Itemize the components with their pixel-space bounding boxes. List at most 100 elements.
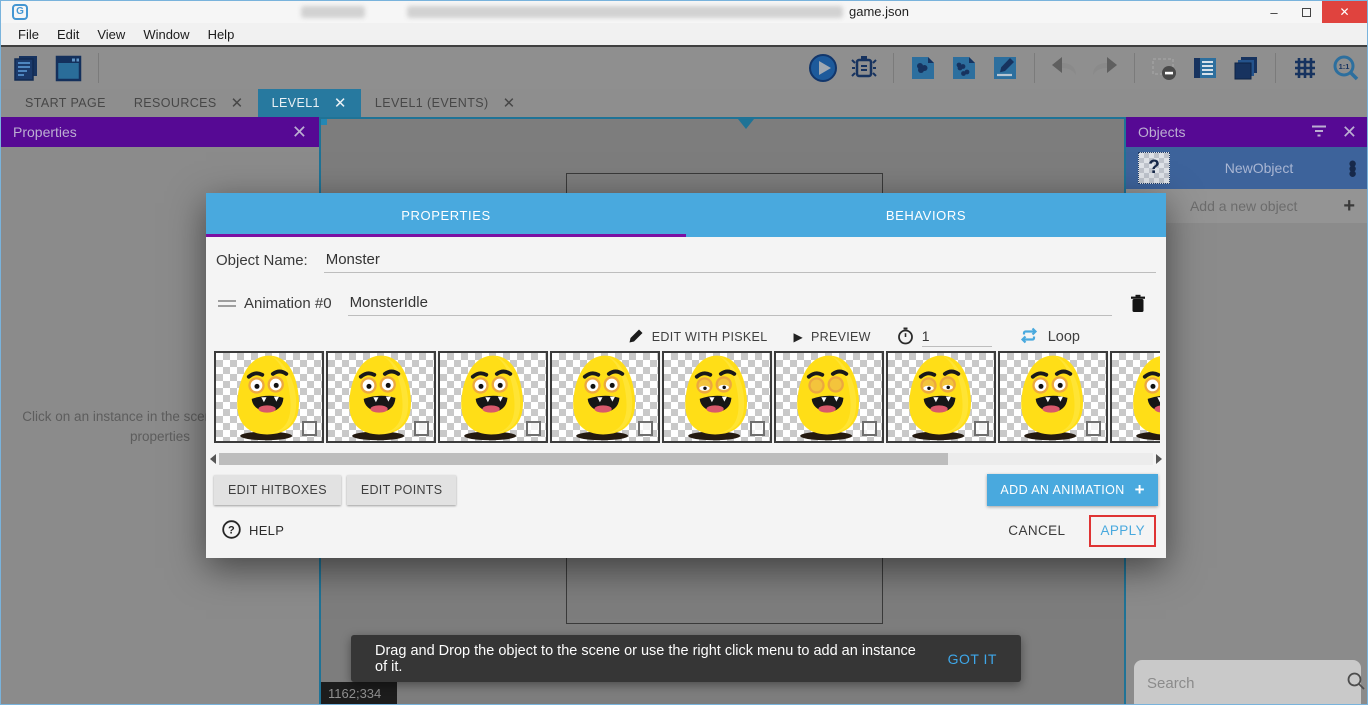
kebab-menu-icon[interactable]: ●●● [1348, 161, 1357, 176]
undo-icon[interactable] [1049, 53, 1079, 83]
loop-icon [1018, 326, 1040, 348]
edit-with-piskel-button[interactable]: EDIT WITH PISKEL [628, 328, 768, 347]
frame-checkbox[interactable] [974, 421, 989, 436]
start-page-icon[interactable] [53, 53, 83, 83]
loop-toggle[interactable]: Loop [1018, 326, 1080, 348]
tab-close-icon[interactable]: ✕ [503, 96, 516, 111]
play-icon[interactable] [808, 53, 838, 83]
animation-frame-0[interactable] [214, 351, 324, 443]
scroll-left-icon[interactable] [210, 454, 216, 464]
application-window: G game.json – ✕ FileEditViewWindowHelp 1… [0, 0, 1368, 705]
frame-checkbox[interactable] [862, 421, 877, 436]
snackbar: Drag and Drop the object to the scene or… [351, 635, 1021, 682]
zoom-1-1-icon[interactable]: 1:1 [1331, 53, 1361, 83]
tab-level1[interactable]: LEVEL1✕ [258, 89, 361, 117]
animation-frame-4[interactable] [662, 351, 772, 443]
edit-hitboxes-button[interactable]: EDIT HITBOXES [214, 475, 341, 505]
tab-resources[interactable]: RESOURCES ✕ [120, 89, 258, 117]
stopwatch-icon [897, 327, 914, 348]
preview-button[interactable]: ▶ PREVIEW [793, 330, 870, 344]
toolbar-separator [893, 53, 894, 83]
object-groups-icon[interactable] [949, 53, 979, 83]
editor-tab-bar: START PAGERESOURCES✕LEVEL1✕LEVEL1 (EVENT… [1, 89, 1367, 117]
snackbar-message: Drag and Drop the object to the scene or… [375, 643, 930, 675]
search-icon [1346, 671, 1366, 696]
frame-checkbox[interactable] [750, 421, 765, 436]
drag-handle-icon[interactable] [218, 297, 236, 310]
debug-icon[interactable] [849, 53, 879, 83]
scroll-right-icon[interactable] [1156, 454, 1162, 464]
apply-button[interactable]: APPLY [1100, 523, 1145, 538]
close-icon[interactable]: ✕ [292, 122, 307, 143]
cancel-button[interactable]: CANCEL [998, 517, 1075, 544]
frame-checkbox[interactable] [414, 421, 429, 436]
scrollbar-thumb[interactable] [219, 453, 948, 465]
animation-name-input[interactable] [348, 290, 1112, 316]
mask-icon[interactable] [1149, 53, 1179, 83]
object-list-item[interactable]: ? NewObject ●●● [1126, 147, 1368, 189]
frame-checkbox[interactable] [1086, 421, 1101, 436]
animation-frames-strip [214, 351, 1160, 445]
tab-behaviors[interactable]: BEHAVIORS [686, 193, 1166, 237]
animation-frame-7[interactable] [998, 351, 1108, 443]
animation-frame-2[interactable] [438, 351, 548, 443]
filter-icon[interactable] [1310, 124, 1328, 141]
properties-panel-title: Properties [13, 124, 77, 140]
objects-editor-icon[interactable] [908, 53, 938, 83]
svg-text:1:1: 1:1 [1339, 62, 1350, 71]
animation-frame-3[interactable] [550, 351, 660, 443]
layers-icon[interactable] [1231, 53, 1261, 83]
edit-points-button[interactable]: EDIT POINTS [347, 475, 457, 505]
tab-close-icon[interactable]: ✕ [334, 96, 347, 111]
close-icon[interactable]: ✕ [1342, 122, 1357, 143]
frame-checkbox[interactable] [302, 421, 317, 436]
menu-window[interactable]: Window [134, 23, 198, 45]
scrollbar-track[interactable] [219, 453, 1153, 465]
menu-view[interactable]: View [88, 23, 134, 45]
object-search-card [1134, 660, 1361, 705]
animation-index-label: Animation #0 [244, 295, 332, 312]
menu-edit[interactable]: Edit [48, 23, 88, 45]
help-button[interactable]: ? HELP [222, 520, 284, 542]
menu-file[interactable]: File [9, 23, 48, 45]
frame-checkbox[interactable] [638, 421, 653, 436]
animation-frame-5[interactable] [774, 351, 884, 443]
object-name-input[interactable] [324, 247, 1156, 273]
instances-list-icon[interactable] [1190, 53, 1220, 83]
dialog-tabs: PROPERTIES BEHAVIORS [206, 193, 1166, 237]
project-manager-icon[interactable] [11, 53, 41, 83]
frame-checkbox[interactable] [526, 421, 541, 436]
properties-panel-header: Properties ✕ [1, 117, 319, 147]
menu-help[interactable]: Help [199, 23, 244, 45]
toolbar-separator [1275, 53, 1276, 83]
window-title: game.json [849, 4, 909, 19]
canvas-corner-handle [319, 117, 327, 125]
grid-icon[interactable] [1290, 53, 1320, 83]
add-animation-button[interactable]: ADD AN ANIMATION + [987, 474, 1158, 506]
got-it-button[interactable]: GOT IT [948, 651, 997, 667]
delete-animation-button[interactable] [1130, 294, 1146, 313]
search-input[interactable] [1147, 675, 1346, 692]
animation-frame-6[interactable] [886, 351, 996, 443]
objects-panel-title: Objects [1138, 124, 1185, 140]
time-input[interactable] [922, 328, 992, 346]
object-thumbnail: ? [1138, 152, 1170, 184]
tab-close-icon[interactable]: ✕ [231, 96, 244, 111]
maximize-button[interactable] [1290, 1, 1322, 23]
tab-label: START PAGE [25, 96, 106, 110]
object-name-label: NewObject [1170, 160, 1348, 176]
object-editor-dialog: PROPERTIES BEHAVIORS Object Name: Animat… [206, 193, 1166, 558]
scene-properties-icon[interactable] [990, 53, 1020, 83]
minimize-button[interactable]: – [1258, 1, 1290, 23]
animation-frame-8[interactable] [1110, 351, 1160, 443]
tab-start-page[interactable]: START PAGE [11, 89, 120, 117]
animation-frame-1[interactable] [326, 351, 436, 443]
objects-panel-header: Objects ✕ [1126, 117, 1368, 147]
plus-icon: + [1135, 485, 1145, 495]
tab-level1-events-[interactable]: LEVEL1 (EVENTS)✕ [361, 89, 530, 117]
tab-properties[interactable]: PROPERTIES [206, 193, 686, 237]
close-button[interactable]: ✕ [1322, 1, 1367, 23]
tab-label: RESOURCES [134, 96, 217, 110]
redacted-text [301, 6, 365, 18]
redo-icon[interactable] [1090, 53, 1120, 83]
